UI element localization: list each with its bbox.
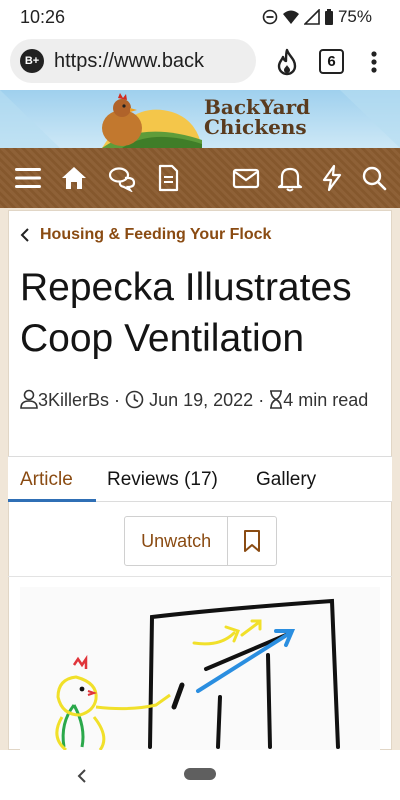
user-icon [20,389,38,409]
tab-gallery[interactable]: Gallery [256,457,316,503]
bookmark-button[interactable] [228,517,276,565]
unwatch-button[interactable]: Unwatch [125,517,229,565]
site-badge-icon: B+ [20,49,44,73]
search-icon[interactable] [360,164,388,192]
do-not-disturb-icon [262,9,278,25]
document-icon[interactable] [154,164,182,192]
battery-icon [324,8,333,25]
browser-toolbar: B+ https://www.back 6 [0,34,400,90]
breadcrumb-link[interactable]: Housing & Feeding Your Flock [40,226,271,244]
signal-icon [303,9,320,25]
breadcrumb[interactable]: Housing & Feeding Your Flock [20,226,271,244]
logo-line-1: BackYard [204,95,311,119]
meta-separator: · [114,390,121,410]
publish-date: Jun 19, 2022 [149,390,254,410]
more-vert-icon[interactable] [368,48,380,76]
read-time: 4 min read [283,390,369,410]
article-tabs: Article Reviews (17) Gallery [8,456,392,502]
site-logo[interactable]: BackYard Chickens [92,90,312,148]
chevron-left-icon [20,228,29,242]
home-gesture-pill[interactable] [184,768,216,780]
bookmark-icon [244,530,261,552]
author-link[interactable]: 3KillerBs [38,390,109,410]
wifi-icon [282,10,299,24]
flame-icon[interactable] [276,48,298,76]
url-text: https://www.back [54,49,205,72]
battery-percent: 75% [337,7,372,26]
tab-article[interactable]: Article [20,457,73,503]
address-bar[interactable]: B+ https://www.back [10,39,256,83]
section-divider [8,576,392,577]
article-meta: 3KillerBs · Jun 19, 2022 · 4 min read [20,386,380,414]
status-icons: 75% [262,7,372,27]
bell-icon[interactable] [276,164,304,192]
meta-separator: · [258,390,265,410]
active-tab-indicator [8,499,96,502]
site-navbar [0,148,400,208]
status-bar: 10:26 75% [0,0,400,34]
coop-ventilation-drawing [55,598,340,750]
article-actions: Unwatch [124,516,277,566]
logo-text: BackYard Chickens [204,97,310,137]
tab-switcher-button[interactable]: 6 [319,49,344,74]
chat-icon[interactable] [108,164,136,192]
logo-line-2: Chickens [204,115,307,139]
mail-icon[interactable] [232,164,260,192]
bolt-icon[interactable] [318,164,346,192]
system-navigation-bar [0,750,400,800]
clock-icon [125,390,144,409]
tab-reviews[interactable]: Reviews (17) [107,457,218,503]
back-chevron-icon[interactable] [76,766,88,786]
site-banner: BackYard Chickens [0,90,400,148]
hourglass-icon [270,390,283,409]
home-icon[interactable] [60,164,88,192]
menu-icon[interactable] [14,164,42,192]
page-title: Repecka Illustrates Coop Ventilation [20,266,352,360]
article-illustration[interactable] [20,587,380,750]
status-time: 10:26 [20,7,66,27]
